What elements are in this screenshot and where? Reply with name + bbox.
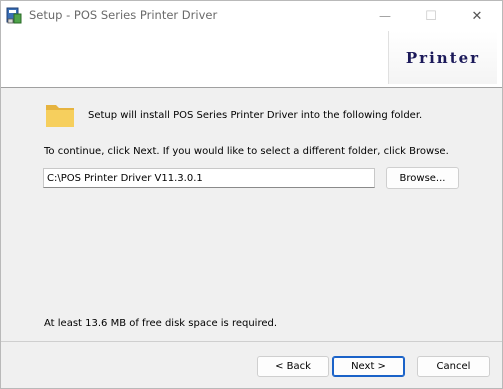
install-folder-input[interactable] (43, 168, 375, 188)
cancel-button-label: Cancel (436, 361, 471, 372)
browse-button[interactable]: Browse... (386, 167, 459, 189)
setup-window: Setup - POS Series Printer Driver — ☐ ✕ … (0, 0, 503, 389)
maximize-icon: ☐ (425, 8, 437, 24)
close-button[interactable]: ✕ (454, 1, 500, 31)
close-icon: ✕ (471, 8, 483, 24)
browse-button-label: Browse... (399, 172, 446, 184)
title-bar[interactable]: Setup - POS Series Printer Driver — ☐ ✕ (1, 1, 502, 31)
window-title: Setup - POS Series Printer Driver (29, 8, 218, 22)
continue-instructions: To continue, click Next. If you would li… (44, 146, 449, 157)
back-button-label: < Back (275, 361, 311, 372)
minimize-icon: — (379, 9, 391, 23)
back-button[interactable]: < Back (257, 356, 329, 377)
install-intro-text: Setup will install POS Series Printer Dr… (88, 110, 423, 121)
next-button[interactable]: Next > (332, 356, 405, 377)
maximize-button[interactable]: ☐ (408, 1, 454, 31)
disk-space-text: At least 13.6 MB of free disk space is r… (44, 318, 278, 329)
logo-text: Printer (405, 48, 481, 67)
setup-app-icon (6, 7, 22, 24)
footer-divider (1, 341, 502, 342)
printer-logo: Printer (388, 31, 497, 84)
folder-icon (46, 105, 74, 127)
wizard-header: Printer (1, 31, 502, 88)
minimize-button[interactable]: — (362, 1, 408, 31)
next-button-label: Next > (351, 361, 386, 372)
cancel-button[interactable]: Cancel (417, 356, 490, 377)
